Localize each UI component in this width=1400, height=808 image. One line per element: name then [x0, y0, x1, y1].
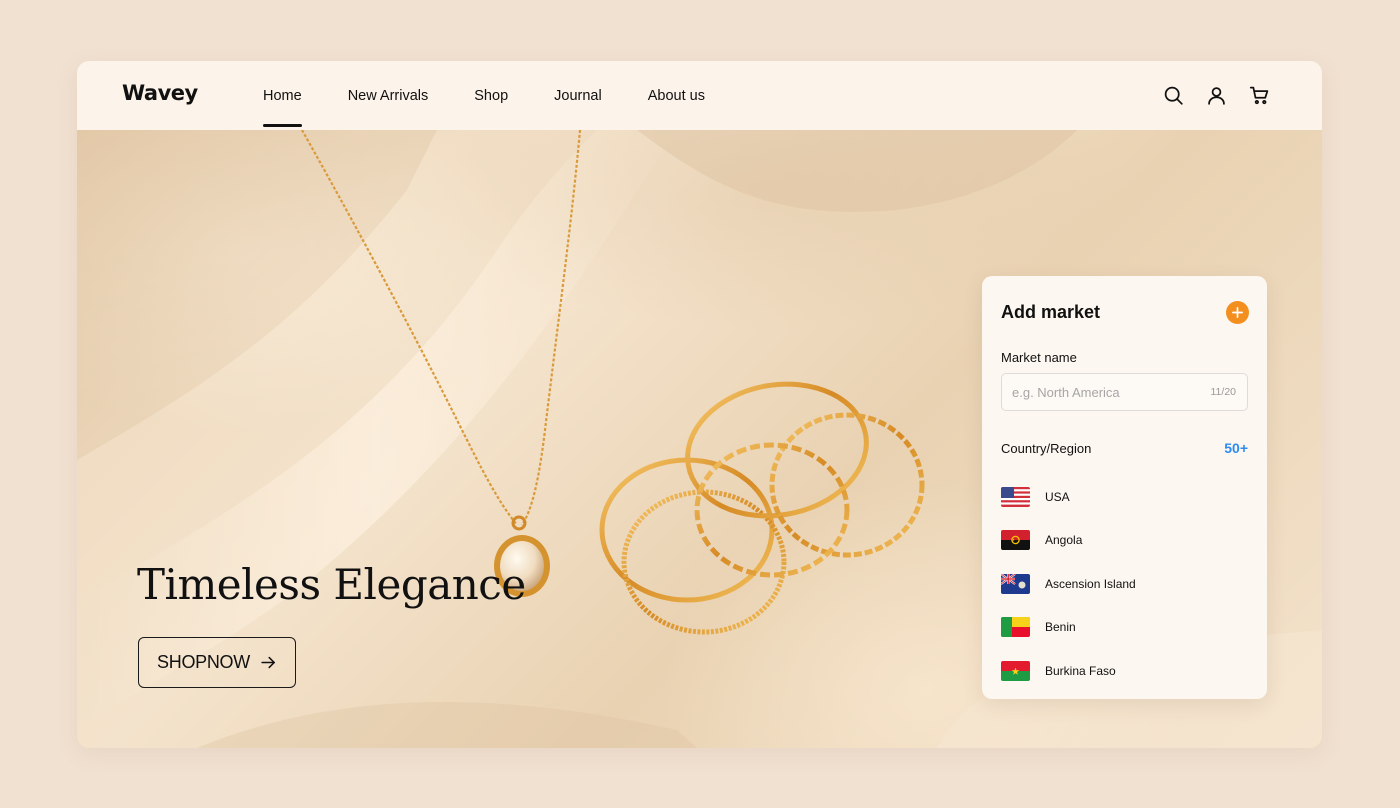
nav-link-home[interactable]: Home: [263, 61, 302, 130]
region-count-badge[interactable]: 50+: [1224, 440, 1248, 456]
arrow-right-icon: [261, 656, 275, 669]
add-market-button[interactable]: [1226, 301, 1249, 324]
nav-link-journal[interactable]: Journal: [554, 61, 602, 130]
user-icon[interactable]: [1206, 85, 1227, 106]
nav-icons: [1163, 85, 1270, 106]
char-counter: 11/20: [1210, 386, 1237, 398]
top-navbar: Wavey Home New Arrivals Shop Journal Abo…: [77, 61, 1322, 130]
shop-now-button[interactable]: SHOPNOW: [138, 637, 296, 688]
country-item-burkina-faso[interactable]: Burkina Faso: [1001, 649, 1248, 693]
card-title: Add market: [1001, 302, 1101, 322]
add-market-card: Add market Market name 11/20 Country/Reg…: [982, 276, 1267, 699]
us-flag-icon: [1001, 486, 1030, 507]
cart-icon[interactable]: [1249, 85, 1270, 106]
ascension-flag-icon: [1001, 573, 1030, 594]
angola-flag-icon: [1001, 530, 1030, 551]
region-label: Country/Region: [1001, 441, 1092, 456]
country-item-usa[interactable]: USA: [1001, 475, 1248, 519]
country-name: Ascension Island: [1045, 576, 1136, 591]
market-name-input[interactable]: [1012, 374, 1202, 410]
app-window: Wavey Home New Arrivals Shop Journal Abo…: [77, 61, 1322, 748]
country-item-ascension-island[interactable]: Ascension Island: [1001, 562, 1248, 606]
hero-title: Timeless Elegance: [137, 560, 526, 609]
burkina-faso-flag-icon: [1001, 660, 1030, 681]
nav-links: Home New Arrivals Shop Journal About us: [263, 61, 751, 130]
plus-icon: [1232, 307, 1243, 318]
country-item-angola[interactable]: Angola: [1001, 519, 1248, 563]
market-name-label: Market name: [1001, 350, 1077, 365]
search-icon[interactable]: [1163, 85, 1184, 106]
country-name: Benin: [1045, 620, 1076, 635]
country-name: Angola: [1045, 533, 1083, 548]
nav-link-new-arrivals[interactable]: New Arrivals: [348, 61, 429, 130]
shop-now-label: SHOPNOW: [157, 652, 250, 672]
brand-logo[interactable]: Wavey: [122, 81, 198, 105]
market-name-field-wrapper: 11/20: [1001, 373, 1248, 411]
country-item-benin[interactable]: Benin: [1001, 606, 1248, 650]
country-name: USA: [1045, 489, 1070, 504]
hero-section: Timeless Elegance SHOPNOW Add market Mar…: [77, 130, 1322, 748]
country-name: Burkina Faso: [1045, 663, 1116, 678]
country-list: USA Angola Ascension Island Benin Burkin…: [1001, 475, 1248, 693]
nav-link-about-us[interactable]: About us: [648, 61, 705, 130]
nav-link-shop[interactable]: Shop: [474, 61, 508, 130]
benin-flag-icon: [1001, 617, 1030, 638]
